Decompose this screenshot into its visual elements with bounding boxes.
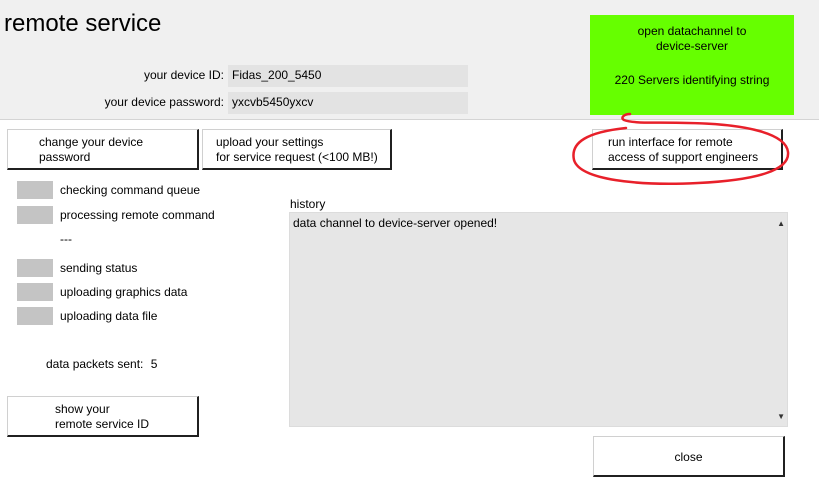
history-log[interactable]: data channel to device-server opened! ▲ … (289, 212, 788, 427)
status-indicator (17, 307, 53, 325)
status-separator: --- (60, 232, 72, 246)
page-title: remote service (4, 10, 162, 37)
change-password-button[interactable]: change your device password (7, 129, 199, 170)
status-indicator (17, 259, 53, 277)
device-id-field[interactable]: Fidas_200_5450 (228, 65, 468, 87)
upload-settings-line2: for service request (<100 MB!) (216, 150, 378, 164)
status-label: processing remote command (60, 208, 215, 222)
show-remote-id-button[interactable]: show your remote service ID (7, 396, 199, 437)
status-indicator (17, 181, 53, 199)
server-identifying-string: 220 Servers identifying string (614, 73, 770, 87)
status-label: checking command queue (60, 183, 201, 197)
status-label: uploading graphics data (60, 285, 188, 299)
upload-settings-line1: upload your settings (216, 135, 324, 149)
history-entry: data channel to device-server opened! (293, 216, 498, 230)
status-label: sending status (60, 261, 138, 275)
scroll-down-arrow-icon[interactable]: ▼ (777, 412, 785, 421)
device-id-label: your device ID: (143, 68, 224, 82)
history-label: history (290, 197, 326, 211)
status-label: uploading data file (60, 309, 158, 323)
connection-status-panel: open datachannel to device-server 220 Se… (590, 15, 794, 115)
show-id-line2: remote service ID (55, 417, 150, 431)
status-indicator (17, 283, 53, 301)
run-remote-interface-button[interactable]: run interface for remote access of suppo… (592, 129, 783, 170)
packets-sent: data packets sent: 5 (46, 357, 157, 371)
close-button[interactable]: close (593, 436, 785, 477)
run-interface-line2: access of support engineers (608, 150, 759, 164)
scroll-up-arrow-icon[interactable]: ▲ (777, 219, 785, 228)
open-datachannel-link[interactable]: open datachannel to device-server (590, 24, 794, 54)
device-password-field[interactable]: yxcvb5450yxcv (228, 92, 468, 114)
status-indicator (17, 206, 53, 224)
header-panel: remote service your device ID: Fidas_200… (0, 0, 819, 120)
upload-settings-button[interactable]: upload your settings for service request… (202, 129, 392, 170)
show-id-line1: show your (55, 402, 110, 416)
run-interface-line1: run interface for remote (608, 135, 733, 149)
device-password-label: your device password: (104, 95, 224, 109)
packets-sent-value: 5 (150, 357, 158, 371)
packets-sent-label: data packets sent: (46, 357, 144, 371)
